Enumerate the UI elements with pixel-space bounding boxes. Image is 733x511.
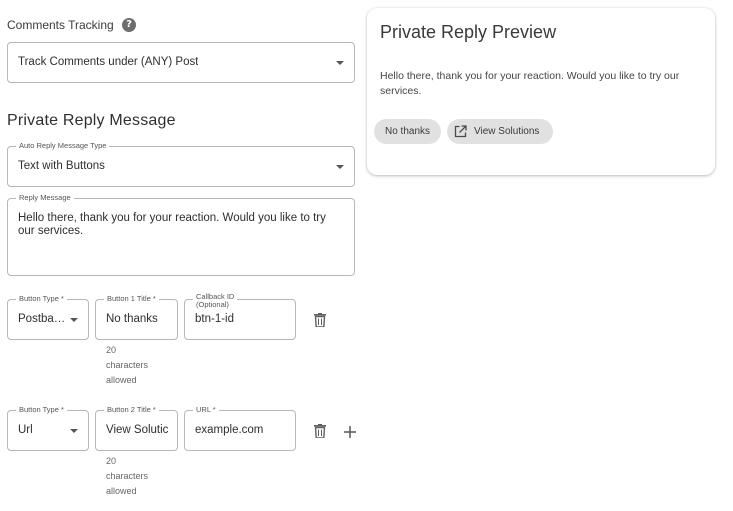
button-2-type-value: Url bbox=[18, 424, 33, 436]
comments-tracking-select[interactable]: Track Comments under (ANY) Post bbox=[7, 42, 355, 83]
private-reply-preview-card: Private Reply Preview Hello there, thank… bbox=[367, 8, 715, 175]
chevron-down-icon bbox=[70, 318, 78, 322]
trash-icon[interactable] bbox=[314, 424, 326, 438]
reply-message-textarea[interactable]: Reply Message Hello there, thank you for… bbox=[7, 193, 355, 276]
button-1-title-helper: 20 characters allowed bbox=[106, 343, 148, 388]
private-reply-heading: Private Reply Message bbox=[7, 112, 176, 129]
chip-label: View Solutions bbox=[474, 126, 540, 137]
chevron-down-icon bbox=[336, 61, 344, 65]
button-2-type-label: Button Type * bbox=[16, 405, 67, 415]
button-2-type-select[interactable]: Button Type * Url bbox=[7, 405, 89, 451]
helper-line: allowed bbox=[106, 486, 137, 496]
comments-tracking-label: Comments Tracking bbox=[7, 18, 114, 32]
preview-chip-no-thanks[interactable]: No thanks bbox=[374, 119, 441, 144]
callback-id-input[interactable]: Callback ID (Optional) btn-1-id bbox=[184, 293, 296, 340]
url-value: example.com bbox=[195, 424, 264, 436]
url-label: URL * bbox=[193, 405, 219, 415]
button-1-type-select[interactable]: Button Type * Postba… bbox=[7, 294, 89, 340]
external-link-icon bbox=[454, 125, 467, 138]
chevron-down-icon bbox=[336, 165, 344, 169]
button-2-title-helper: 20 characters allowed bbox=[106, 454, 148, 499]
preview-chip-view-solutions[interactable]: View Solutions bbox=[447, 119, 553, 144]
reply-message-label: Reply Message bbox=[16, 193, 74, 203]
helper-line: 20 bbox=[106, 456, 117, 466]
button-2-title-input[interactable]: Button 2 Title * View Solutic bbox=[95, 405, 178, 451]
helper-line: characters bbox=[106, 471, 149, 481]
button-1-type-value: Postba… bbox=[18, 313, 64, 325]
auto-reply-type-select[interactable]: Auto Reply Message Type Text with Button… bbox=[7, 141, 355, 187]
url-input[interactable]: URL * example.com bbox=[184, 405, 296, 451]
preview-title: Private Reply Preview bbox=[380, 22, 557, 42]
callback-id-value: btn-1-id bbox=[195, 313, 234, 325]
button-1-title-label: Button 1 Title * bbox=[104, 294, 159, 304]
preview-message: Hello there, thank you for your reaction… bbox=[380, 70, 680, 97]
helper-line: 20 bbox=[106, 345, 117, 355]
helper-line: characters bbox=[106, 360, 149, 370]
callback-id-label-line2: (Optional) bbox=[196, 300, 229, 309]
reply-message-value: Hello there, thank you for your reaction… bbox=[18, 212, 326, 237]
button-2-title-value: View Solutic bbox=[106, 424, 169, 436]
callback-id-label: Callback ID (Optional) bbox=[193, 293, 238, 309]
auto-reply-type-label: Auto Reply Message Type bbox=[16, 141, 110, 151]
button-2-title-label: Button 2 Title * bbox=[104, 405, 159, 415]
helper-line: allowed bbox=[106, 375, 137, 385]
plus-icon[interactable] bbox=[343, 425, 357, 439]
chip-label: No thanks bbox=[384, 126, 431, 137]
help-circle-icon[interactable]: ? bbox=[122, 18, 136, 32]
button-1-type-label: Button Type * bbox=[16, 294, 67, 304]
trash-icon[interactable] bbox=[314, 313, 326, 327]
auto-reply-type-value: Text with Buttons bbox=[18, 160, 105, 172]
comments-tracking-select-value: Track Comments under (ANY) Post bbox=[18, 56, 199, 68]
button-1-title-input[interactable]: Button 1 Title * No thanks bbox=[95, 294, 178, 340]
chevron-down-icon bbox=[70, 429, 78, 433]
button-1-title-value: No thanks bbox=[106, 313, 158, 325]
